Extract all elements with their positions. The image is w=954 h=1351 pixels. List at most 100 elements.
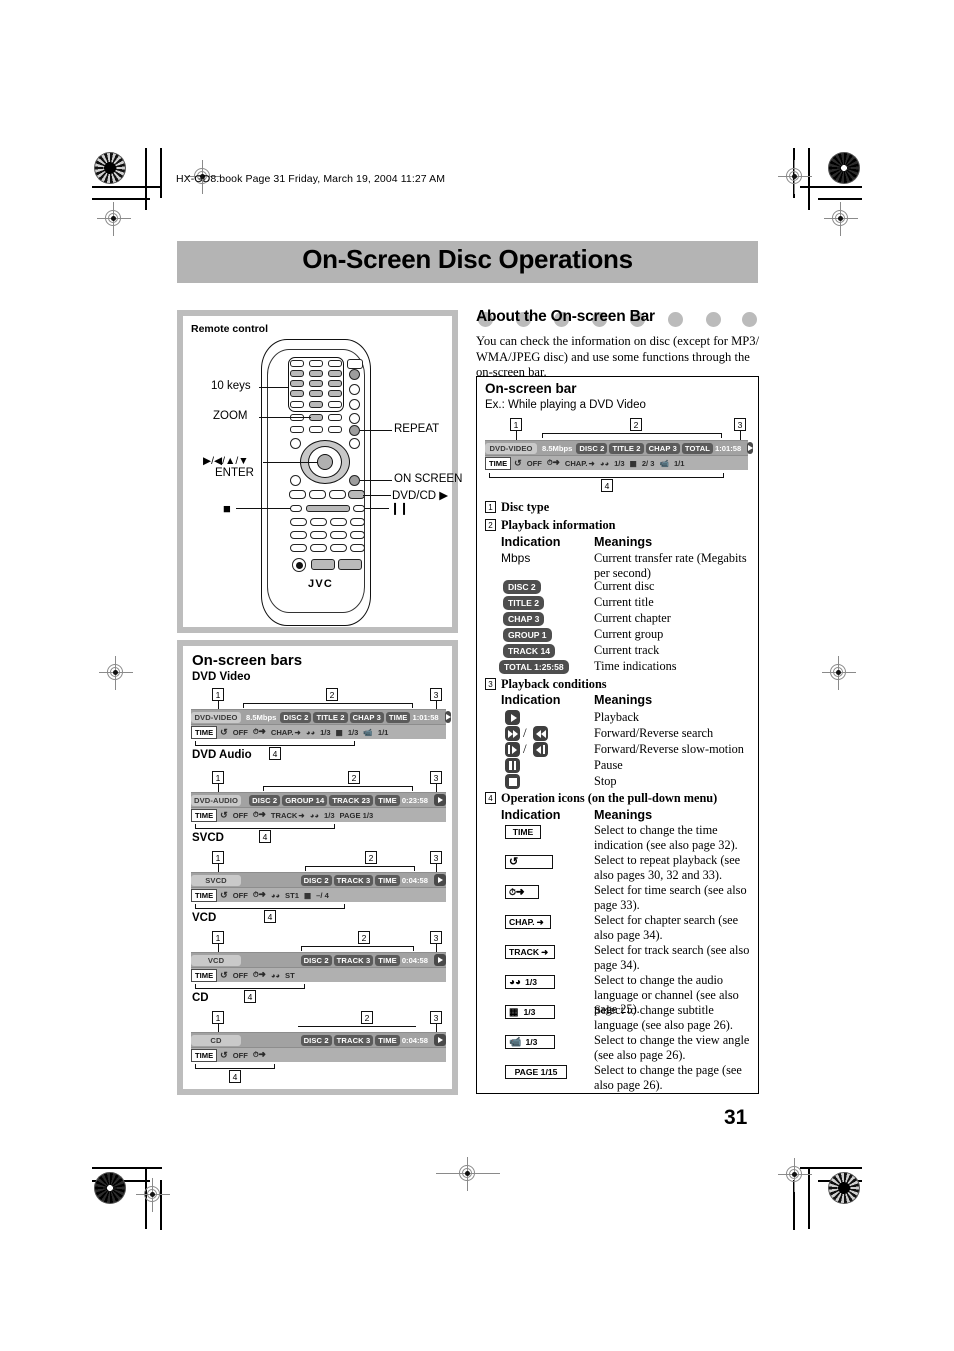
remote-control-panel: Remote control JVC 10 keys ZOOM ▶/◀/▲/▼ … bbox=[177, 310, 462, 633]
remote-number-key bbox=[290, 380, 304, 387]
intro-paragraph: You can check the information on disc (e… bbox=[476, 334, 760, 380]
time-search-icon: ⏱➜ bbox=[546, 458, 560, 467]
remote-button bbox=[329, 490, 346, 499]
remote-button bbox=[330, 531, 347, 539]
section-number-3: 3 bbox=[485, 678, 496, 690]
osd-bar-dvd-video: DVD-VIDEO 8.5Mbps DISC 2 TITLE 2 CHAP 3 … bbox=[191, 709, 451, 739]
remote-button bbox=[328, 414, 342, 421]
callout-brace bbox=[195, 741, 355, 746]
meaning-slow-motion: Forward/Reverse slow-motion bbox=[594, 742, 744, 756]
play-status-icon bbox=[444, 711, 451, 723]
color-target-mark bbox=[828, 1172, 860, 1204]
disc-type-chip: SVCD bbox=[191, 874, 241, 886]
callout-number-1: 1 bbox=[212, 931, 224, 944]
page-label: PAGE 1/15 bbox=[514, 1067, 558, 1077]
color-target-mark bbox=[94, 152, 126, 184]
remote-button bbox=[289, 490, 306, 499]
audio-value: 1/3 bbox=[525, 977, 538, 987]
remote-button bbox=[290, 518, 307, 526]
remote-power-button bbox=[347, 359, 363, 369]
time-label-chip: TIME bbox=[375, 874, 400, 886]
track-chip: TRACK 3 bbox=[333, 1034, 374, 1046]
disc-chip: DISC 2 bbox=[280, 711, 312, 723]
bar-label-vcd: VCD bbox=[192, 912, 217, 924]
callout-number-2: 2 bbox=[326, 688, 338, 701]
meaning-track-search: Select for track search (see also page 3… bbox=[594, 943, 750, 972]
leader-line bbox=[259, 387, 289, 388]
record-dot-icon bbox=[295, 561, 303, 569]
meaning-repeat-playback: Select to repeat playback (see also page… bbox=[594, 853, 741, 882]
color-target-mark bbox=[828, 152, 860, 184]
remote-number-key bbox=[328, 380, 342, 387]
arrow-right-icon: ➜ bbox=[294, 727, 301, 737]
meaning-pause: Pause bbox=[594, 758, 623, 772]
meaning-current-disc: Current disc bbox=[594, 579, 655, 593]
disc-type-chip: CD bbox=[191, 1034, 241, 1046]
arrow-right-icon: ➜ bbox=[588, 458, 595, 468]
leader-line bbox=[263, 462, 318, 463]
op-audio-value: ST bbox=[285, 970, 295, 980]
callout-number-1: 1 bbox=[212, 851, 224, 864]
repeat-icon: ↺ bbox=[514, 457, 522, 468]
view-angle-icon: 📹 bbox=[363, 727, 373, 737]
time-value-text: 0:04:58 bbox=[401, 955, 428, 965]
callout-repeat: REPEAT bbox=[394, 423, 440, 435]
remote-round-button bbox=[349, 384, 360, 395]
time-icon-label: TIME bbox=[512, 827, 534, 837]
callout-number-2: 2 bbox=[365, 851, 377, 864]
meaning-stop: Stop bbox=[594, 774, 617, 788]
indication-chapter-chip: CHAP 3 bbox=[503, 612, 545, 626]
subtitle-icon: ▦ bbox=[335, 727, 343, 737]
remote-wide-button bbox=[338, 559, 362, 570]
section-number-1: 1 bbox=[485, 501, 496, 513]
subtitle-icon: ▦ bbox=[303, 890, 312, 900]
callout-brace bbox=[489, 473, 724, 478]
op-audio-value: 1/3 bbox=[320, 727, 331, 737]
remote-button bbox=[290, 531, 307, 539]
meaning-time-indication: Select to change the time indication (se… bbox=[594, 823, 738, 852]
remote-number-key bbox=[309, 380, 323, 387]
registration-mark bbox=[136, 1178, 170, 1212]
disc-type-chip: DVD-VIDEO bbox=[485, 442, 537, 454]
op-angle-value: 1/1 bbox=[377, 727, 389, 737]
remote-round-button bbox=[349, 438, 360, 449]
callout-brace bbox=[305, 866, 415, 871]
remote-button bbox=[350, 531, 365, 539]
play-status-icon bbox=[434, 954, 446, 966]
track-chip: TRACK 3 bbox=[333, 954, 374, 966]
op-repeat-value: OFF bbox=[232, 810, 248, 820]
repeat-icon: ↺ bbox=[220, 889, 228, 900]
callout-number-4: 4 bbox=[244, 990, 256, 1003]
track-chip: TRACK 23 bbox=[329, 794, 374, 806]
repeat-icon: ↺ bbox=[220, 1049, 228, 1060]
op-time-icon: TIME bbox=[485, 456, 512, 470]
op-chapter-search: CHAP. bbox=[564, 458, 588, 468]
clock-arrow-glyph: ⏱➜ bbox=[509, 886, 525, 897]
repeat-glyph: ↺ bbox=[509, 855, 519, 868]
callout-number-3: 3 bbox=[430, 771, 442, 784]
bitrate-text: 8.5Mbps bbox=[542, 443, 573, 453]
callout-stop: ■ bbox=[223, 501, 231, 516]
registration-mark-center-bottom bbox=[436, 1157, 500, 1191]
subtitle-glyph: ▦ bbox=[509, 1006, 519, 1018]
chapter-search-icon: CHAP. ➜ bbox=[505, 915, 551, 929]
op-repeat-value: OFF bbox=[526, 458, 542, 468]
track-label: TRACK bbox=[509, 947, 540, 957]
indication-title-chip: TITLE 2 bbox=[503, 596, 545, 610]
callout-number-1: 1 bbox=[212, 771, 224, 784]
remote-button bbox=[350, 544, 365, 552]
callout-number-3: 3 bbox=[430, 931, 442, 944]
registration-mark bbox=[778, 1158, 812, 1192]
remote-button bbox=[330, 544, 347, 552]
remote-button bbox=[310, 531, 327, 539]
time-value-text: 1:01:58 bbox=[412, 712, 439, 722]
remote-button bbox=[309, 426, 323, 433]
callout-dvd-cd: DVD/CD ▶ bbox=[392, 490, 449, 502]
section-heading-operation-icons: Operation icons (on the pull-down menu) bbox=[501, 791, 718, 805]
title-chip: TITLE 2 bbox=[609, 442, 644, 454]
callout-brace bbox=[263, 786, 413, 791]
audio-language-icon: ◕◕ bbox=[309, 810, 319, 820]
subtitle-icon: ▦ bbox=[629, 458, 637, 468]
op-audio-value: 1/3 bbox=[323, 810, 335, 820]
callout-brace bbox=[195, 824, 335, 829]
